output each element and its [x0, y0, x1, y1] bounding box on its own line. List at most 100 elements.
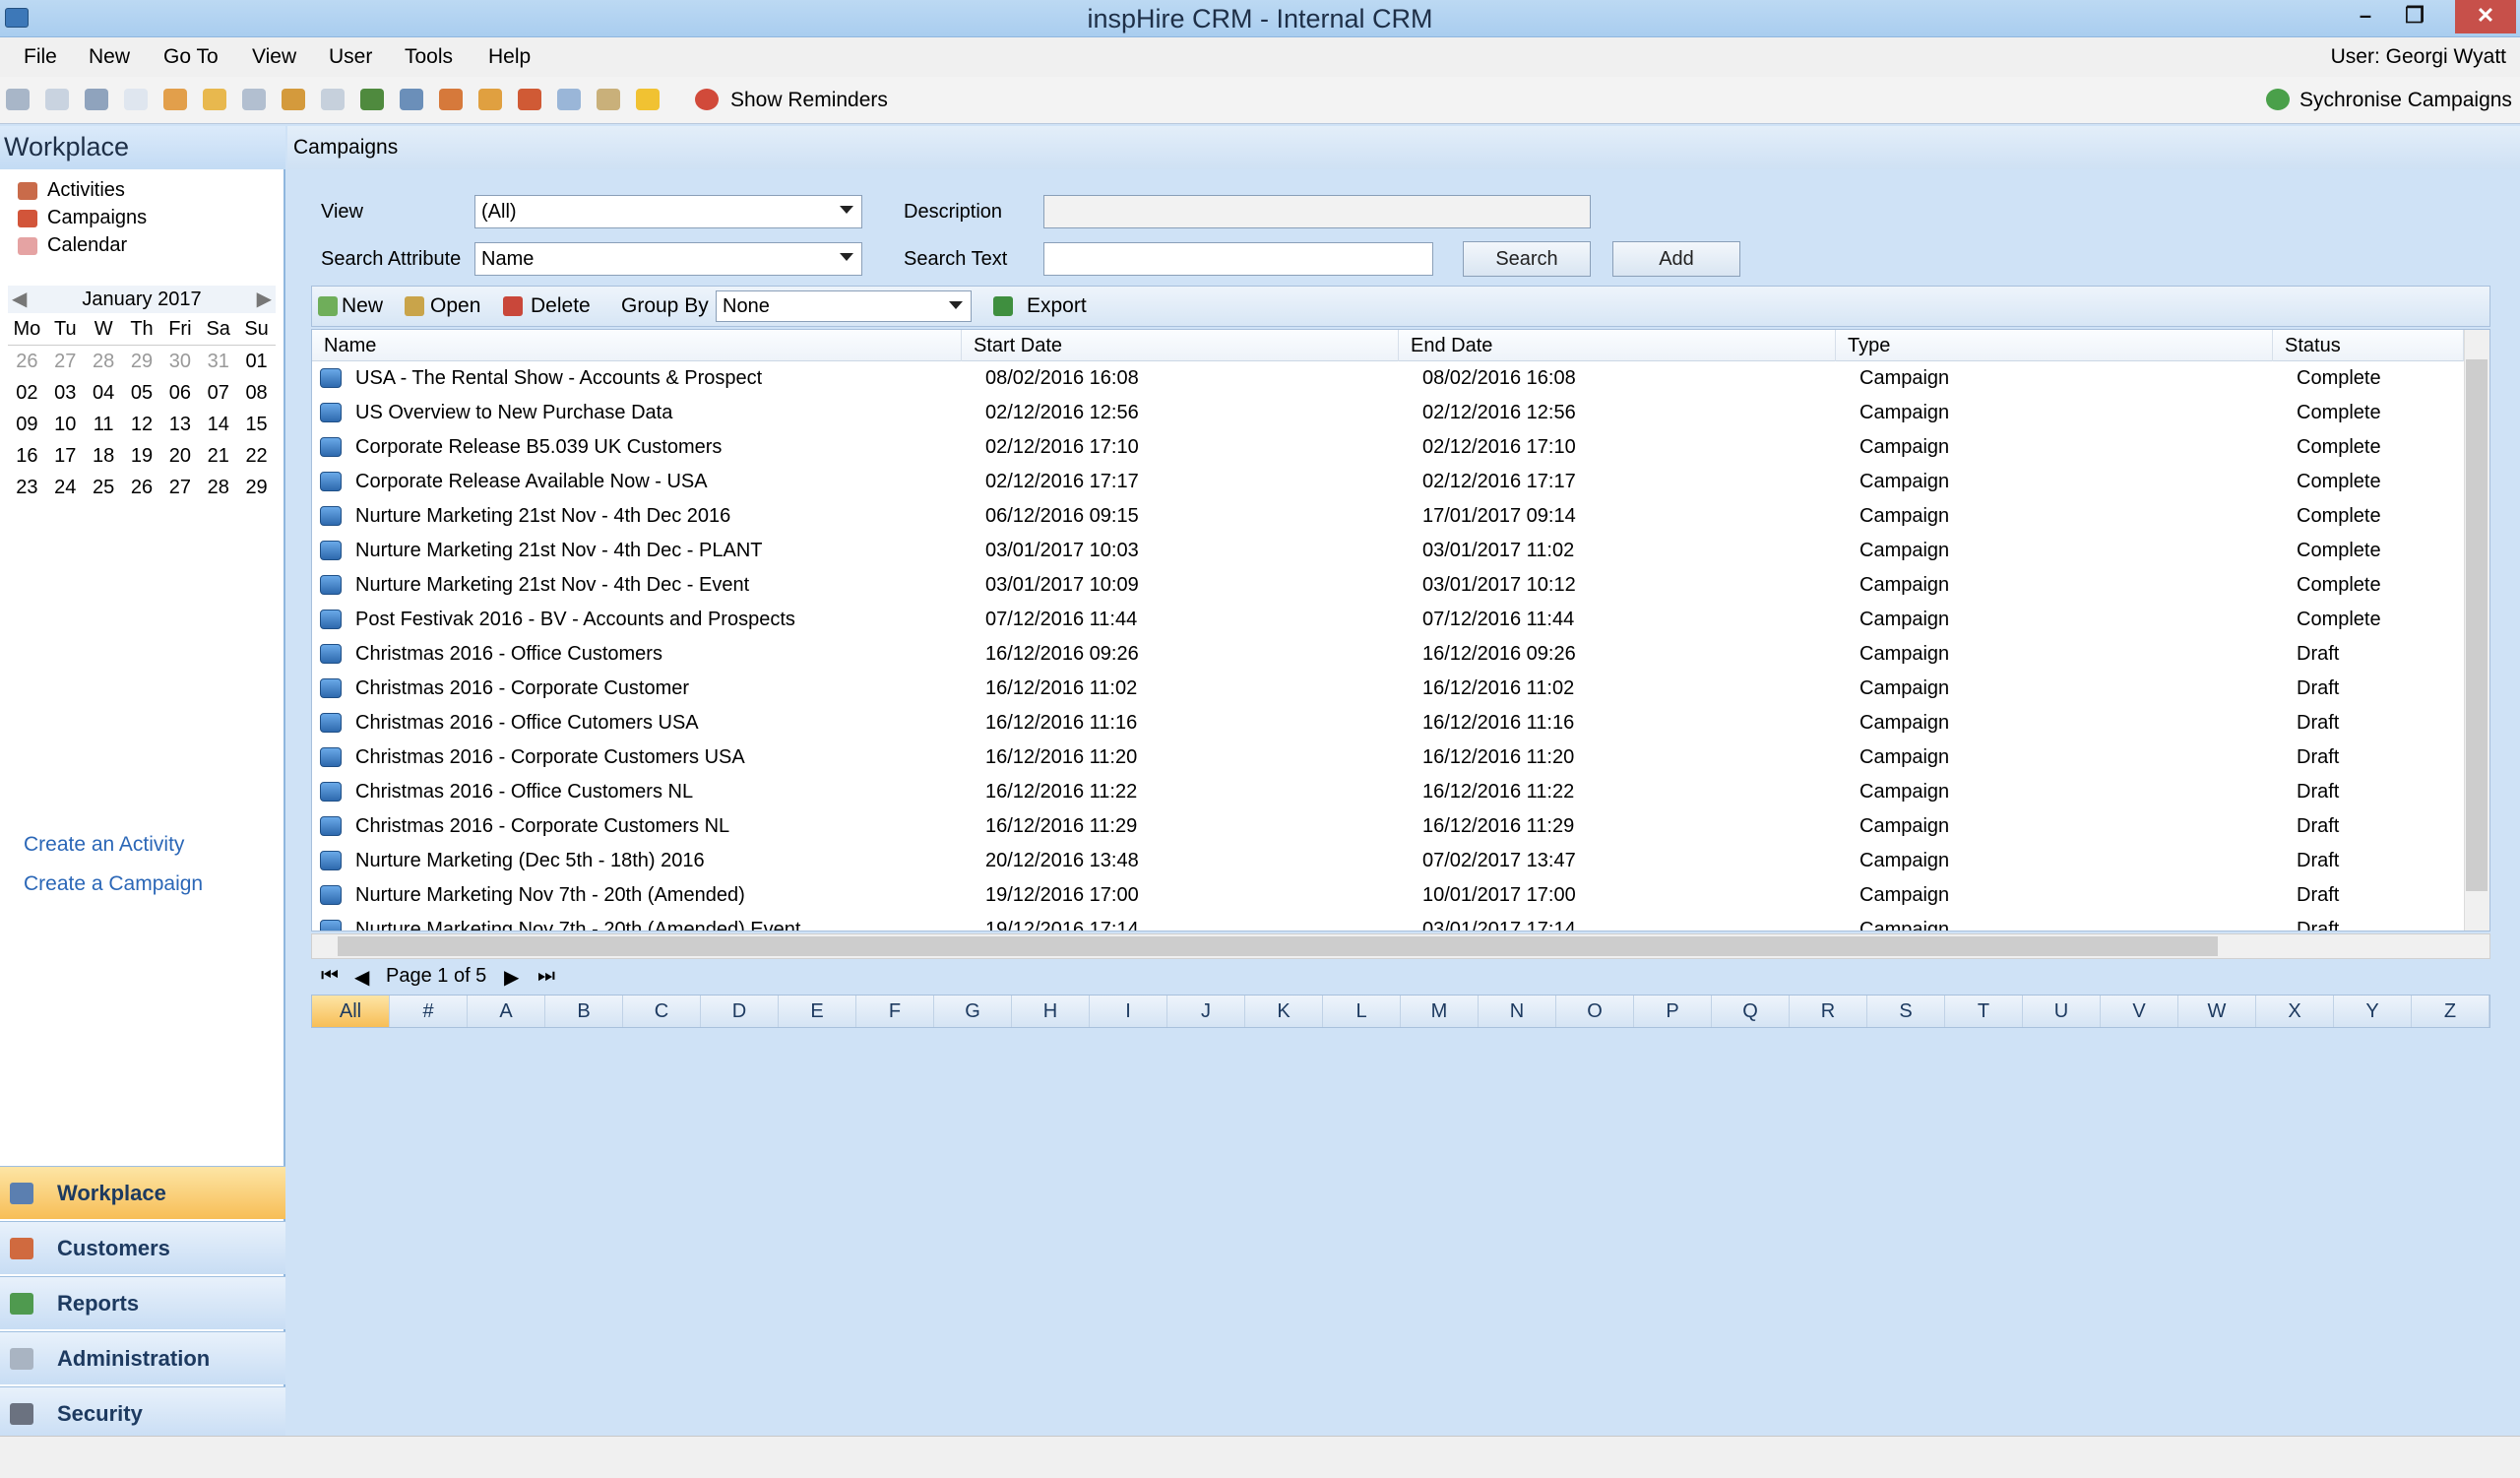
next-page-icon[interactable]: ▶ — [504, 965, 519, 990]
calendar-date[interactable]: 19 — [123, 440, 161, 472]
calendar-date[interactable]: 05 — [123, 377, 161, 409]
table-row[interactable]: Christmas 2016 - Office Customers 16/12/2… — [312, 637, 2464, 672]
horizontal-scrollbar[interactable] — [311, 933, 2490, 959]
table-row[interactable]: US Overview to New Purchase Data 02/12/20… — [312, 396, 2464, 430]
task-icon[interactable] — [242, 89, 266, 110]
campaign-icon[interactable] — [478, 89, 502, 110]
table-row[interactable]: Corporate Release Available Now - USA 02/… — [312, 465, 2464, 499]
alpha-filter-n[interactable]: N — [1479, 996, 1556, 1027]
alpha-filter-i[interactable]: I — [1090, 996, 1167, 1027]
reminder-icon[interactable] — [695, 89, 719, 110]
menu-goto[interactable]: Go To — [163, 45, 219, 69]
nav-calendar[interactable]: Calendar — [18, 234, 127, 260]
alpha-filter-o[interactable]: O — [1556, 996, 1634, 1027]
calendar-date[interactable]: 26 — [123, 472, 161, 503]
calendar-date[interactable]: 17 — [46, 440, 85, 472]
calendar-date[interactable]: 27 — [46, 346, 85, 377]
calendar-date[interactable]: 29 — [237, 472, 276, 503]
column-type[interactable]: Type — [1836, 330, 2273, 361]
alpha-filter-e[interactable]: E — [779, 996, 856, 1027]
alpha-filter-d[interactable]: D — [701, 996, 779, 1027]
letter-icon[interactable] — [124, 89, 148, 110]
calendar-date[interactable]: 29 — [123, 346, 161, 377]
calendar-date[interactable]: 22 — [237, 440, 276, 472]
security-icon[interactable] — [439, 89, 463, 110]
calendar-date[interactable]: 13 — [160, 409, 199, 440]
table-row[interactable]: Nurture Marketing Nov 7th - 20th (Amende… — [312, 878, 2464, 913]
calendar-date[interactable]: 08 — [237, 377, 276, 409]
calendar-date[interactable]: 03 — [46, 377, 85, 409]
calendar-date[interactable]: 04 — [85, 377, 123, 409]
sync-icon[interactable] — [2266, 89, 2290, 110]
show-reminders-button[interactable]: Show Reminders — [730, 89, 888, 112]
table-row[interactable]: Corporate Release B5.039 UK Customers 02/… — [312, 430, 2464, 465]
calendar-date[interactable]: 27 — [160, 472, 199, 503]
calendar-date[interactable]: 26 — [8, 346, 46, 377]
bottom-nav-security[interactable]: Security — [0, 1386, 285, 1440]
delete-button[interactable]: Delete — [531, 294, 591, 318]
search-text-input[interactable] — [1043, 242, 1433, 276]
close-button[interactable]: ✕ — [2455, 0, 2516, 33]
menu-help[interactable]: Help — [488, 45, 531, 69]
alpha-filter-s[interactable]: S — [1867, 996, 1945, 1027]
globe-icon[interactable] — [360, 89, 384, 110]
scroll-thumb[interactable] — [2466, 359, 2488, 891]
calendar-date[interactable]: 12 — [123, 409, 161, 440]
nav-campaigns[interactable]: Campaigns — [18, 207, 147, 232]
export-button[interactable]: Export — [1027, 294, 1087, 318]
table-row[interactable]: Nurture Marketing 21st Nov - 4th Dec - E… — [312, 568, 2464, 603]
table-row[interactable]: Nurture Marketing Nov 7th - 20th (Amende… — [312, 913, 2464, 931]
search-attribute-select[interactable]: Name — [474, 242, 862, 276]
calendar-date[interactable]: 28 — [85, 346, 123, 377]
table-row[interactable]: Post Festivak 2016 - BV - Accounts and P… — [312, 603, 2464, 637]
alpha-filter-q[interactable]: Q — [1712, 996, 1790, 1027]
table-row[interactable]: Christmas 2016 - Office Customers NL 16/1… — [312, 775, 2464, 809]
group-by-select[interactable]: None — [716, 290, 972, 322]
alpha-filter-z[interactable]: Z — [2412, 996, 2489, 1027]
menu-user[interactable]: User — [329, 45, 372, 69]
menu-file[interactable]: File — [24, 45, 57, 69]
calendar-date[interactable]: 07 — [199, 377, 237, 409]
table-row[interactable]: Nurture Marketing (Dec 5th - 18th) 2016 2… — [312, 844, 2464, 878]
menu-view[interactable]: View — [252, 45, 296, 69]
sync-campaigns-button[interactable]: Sychronise Campaigns — [2300, 89, 2512, 112]
new-button[interactable]: New — [342, 294, 383, 318]
calendar-date[interactable]: 14 — [199, 409, 237, 440]
last-page-icon[interactable]: ⏭ — [537, 965, 555, 988]
alpha-filter-k[interactable]: K — [1245, 996, 1323, 1027]
alpha-filter-j[interactable]: J — [1167, 996, 1245, 1027]
table-row[interactable]: Christmas 2016 - Corporate Customer 16/12… — [312, 672, 2464, 706]
view-select[interactable]: (All) — [474, 195, 862, 228]
alpha-filter-h[interactable]: H — [1012, 996, 1090, 1027]
bottom-nav-reports[interactable]: Reports — [0, 1276, 285, 1329]
notes-icon[interactable] — [203, 89, 226, 110]
create-campaign-link[interactable]: Create a Campaign — [24, 872, 203, 896]
flag-icon[interactable] — [518, 89, 541, 110]
add-button[interactable]: Add — [1612, 241, 1740, 277]
bottom-nav-customers[interactable]: Customers — [0, 1221, 285, 1274]
table-row[interactable]: Christmas 2016 - Office Cutomers USA 16/1… — [312, 706, 2464, 740]
alpha-filter-r[interactable]: R — [1790, 996, 1867, 1027]
menu-tools[interactable]: Tools — [405, 45, 453, 69]
alpha-filter-a[interactable]: A — [468, 996, 545, 1027]
calendar-date[interactable]: 25 — [85, 472, 123, 503]
alpha-filter-x[interactable]: X — [2256, 996, 2334, 1027]
bottom-nav-administration[interactable]: Administration — [0, 1331, 285, 1384]
calendar-date[interactable]: 23 — [8, 472, 46, 503]
alpha-filter-g[interactable]: G — [934, 996, 1012, 1027]
alpha-filter-all[interactable]: All — [312, 996, 390, 1027]
table-row[interactable]: Nurture Marketing 21st Nov - 4th Dec 201… — [312, 499, 2464, 534]
first-page-icon[interactable]: ⏮ — [321, 965, 339, 988]
alpha-filter-hash[interactable]: # — [390, 996, 468, 1027]
calendar-date[interactable]: 11 — [85, 409, 123, 440]
calendar-date[interactable]: 10 — [46, 409, 85, 440]
calendar-date[interactable]: 18 — [85, 440, 123, 472]
alpha-filter-m[interactable]: M — [1401, 996, 1479, 1027]
calendar-icon[interactable] — [557, 89, 581, 110]
next-month-icon[interactable]: ▶ — [257, 286, 272, 313]
alpha-filter-c[interactable]: C — [623, 996, 701, 1027]
search-button[interactable]: Search — [1463, 241, 1591, 277]
column-start-date[interactable]: Start Date — [962, 330, 1399, 361]
nav-activities[interactable]: Activities — [18, 179, 125, 205]
menu-new[interactable]: New — [89, 45, 130, 69]
